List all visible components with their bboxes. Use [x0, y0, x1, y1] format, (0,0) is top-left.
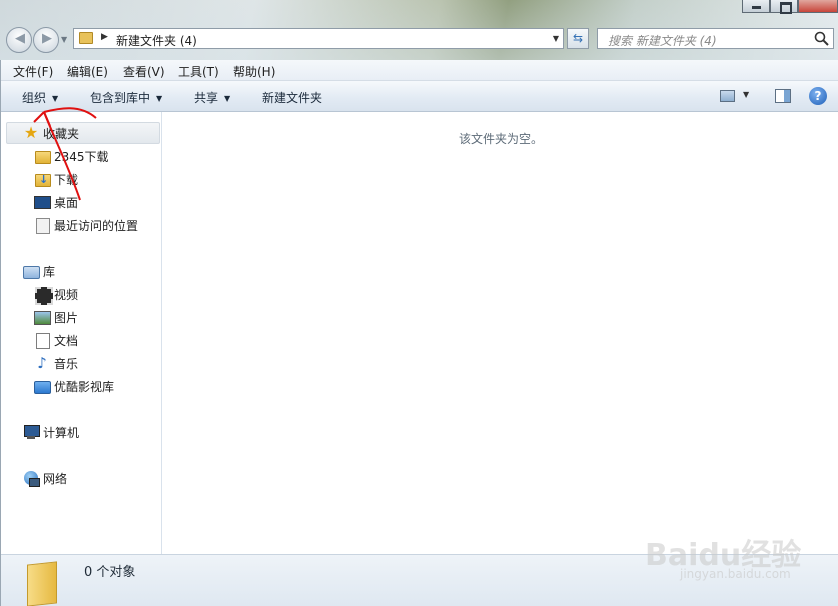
- sidebar-item-computer[interactable]: 计算机: [23, 422, 79, 442]
- menu-help[interactable]: 帮助(H): [233, 63, 275, 80]
- new-folder-button[interactable]: 新建文件夹: [262, 89, 322, 106]
- network-icon: [23, 470, 40, 487]
- help-icon[interactable]: ?: [809, 87, 827, 105]
- sidebar-item-pictures[interactable]: 图片: [34, 307, 78, 327]
- address-bar[interactable]: ▶ 新建文件夹 (4) ▼: [73, 28, 564, 49]
- sidebar-item-label: 优酷影视库: [54, 379, 115, 394]
- sidebar-item-label: 计算机: [43, 425, 80, 440]
- organize-label: 组织: [22, 91, 47, 105]
- sidebar-item-label: 音乐: [54, 356, 79, 371]
- organize-button[interactable]: 组织 ▼: [22, 89, 58, 106]
- address-path[interactable]: 新建文件夹 (4): [116, 32, 197, 49]
- explorer-window: 文件(F) 编辑(E) 查看(V) 工具(T) 帮助(H) 组织 ▼ 包含到库中 ▼…: [0, 60, 838, 606]
- minimize-button[interactable]: [742, 0, 770, 13]
- breadcrumb-arrow-icon[interactable]: ▶: [101, 32, 108, 42]
- sidebar-item-recent-places[interactable]: 最近访问的位置: [34, 215, 138, 235]
- sidebar-item-label: 桌面: [54, 195, 79, 210]
- command-bar: 组织 ▼ 包含到库中 ▼ 共享 ▼ 新建文件夹 ▼ ?: [1, 81, 838, 112]
- computer-icon: [23, 424, 40, 440]
- window-controls: [742, 0, 838, 14]
- sidebar-item-label: 下载: [54, 172, 79, 187]
- view-options-dropdown[interactable]: ▼: [743, 90, 749, 99]
- library-icon: [23, 263, 40, 279]
- sidebar-item-music[interactable]: ♪ 音乐: [34, 353, 78, 373]
- sidebar-item-label: 视频: [54, 287, 79, 302]
- preview-pane-icon[interactable]: [775, 89, 791, 103]
- share-label: 共享: [194, 91, 219, 105]
- item-count: 0 个对象: [84, 565, 136, 580]
- sidebar-item-desktop[interactable]: 桌面: [34, 192, 78, 212]
- empty-folder-message: 该文件夹为空。: [458, 132, 543, 146]
- forward-arrow-icon: ▶: [42, 31, 52, 46]
- recent-places-icon: [34, 217, 50, 234]
- back-arrow-icon: ◀: [15, 31, 25, 46]
- search-input[interactable]: 搜索 新建文件夹 (4): [597, 28, 834, 49]
- baidu-watermark-url: jingyan.baidu.com: [680, 567, 791, 581]
- menu-file[interactable]: 文件(F): [13, 63, 53, 80]
- sidebar-item-2345-download[interactable]: 2345下载: [34, 146, 109, 166]
- search-icon[interactable]: [813, 30, 830, 47]
- document-icon: [34, 332, 50, 349]
- search-placeholder: 搜索 新建文件夹 (4): [608, 34, 717, 48]
- desktop-icon: [34, 194, 51, 210]
- include-in-library-button[interactable]: 包含到库中 ▼: [90, 89, 162, 106]
- refresh-button[interactable]: ⇆: [567, 28, 589, 49]
- picture-icon: [34, 309, 51, 325]
- chevron-down-icon: ▼: [156, 94, 163, 103]
- folder-icon: [34, 148, 51, 164]
- menu-edit[interactable]: 编辑(E): [67, 63, 108, 80]
- forward-button[interactable]: ▶: [33, 27, 59, 53]
- address-dropdown-icon[interactable]: ▼: [553, 34, 559, 43]
- chevron-down-icon: ▼: [224, 94, 231, 103]
- sidebar-item-youku-library[interactable]: 优酷影视库: [34, 376, 114, 396]
- sidebar-item-label: 收藏夹: [43, 126, 80, 141]
- sidebar-item-documents[interactable]: 文档: [34, 330, 78, 350]
- chevron-down-icon: ▼: [52, 94, 59, 103]
- sidebar-item-label: 网络: [43, 471, 68, 486]
- large-folder-icon: [23, 561, 59, 603]
- back-button[interactable]: ◀: [6, 27, 32, 53]
- sidebar-item-label: 图片: [54, 310, 79, 325]
- maximize-button[interactable]: [770, 0, 798, 14]
- sidebar-item-label: 最近访问的位置: [54, 218, 139, 233]
- music-note-icon: ♪: [37, 354, 47, 372]
- recent-pages-dropdown[interactable]: ▼: [61, 35, 67, 44]
- sidebar-item-label: 库: [43, 264, 56, 279]
- sidebar-item-favorites[interactable]: ★ 收藏夹: [23, 123, 79, 143]
- file-list-area[interactable]: 该文件夹为空。: [163, 112, 838, 554]
- menu-tools[interactable]: 工具(T): [178, 63, 219, 80]
- sidebar-item-label: 2345下载: [54, 149, 109, 164]
- close-button[interactable]: [798, 0, 838, 13]
- menu-view[interactable]: 查看(V): [123, 63, 165, 80]
- include-in-library-label: 包含到库中: [90, 91, 151, 105]
- sidebar-item-libraries[interactable]: 库: [23, 261, 55, 281]
- sidebar-item-videos[interactable]: 视频: [34, 284, 79, 305]
- sidebar-item-downloads[interactable]: 下载: [34, 169, 78, 189]
- downloads-folder-icon: [34, 171, 51, 187]
- change-view-icon[interactable]: [720, 90, 735, 102]
- share-button[interactable]: 共享 ▼: [194, 89, 230, 106]
- menu-bar: 文件(F) 编辑(E) 查看(V) 工具(T) 帮助(H): [1, 60, 838, 81]
- star-icon: ★: [23, 123, 39, 142]
- youku-library-icon: [34, 378, 51, 394]
- sidebar-item-network[interactable]: 网络: [23, 468, 67, 488]
- navigation-pane: ★ 收藏夹 2345下载 下载 桌面 最近访问的位置 库 视频: [1, 112, 162, 554]
- folder-icon: [79, 32, 93, 44]
- video-icon: [34, 286, 53, 305]
- sidebar-item-label: 文档: [54, 333, 79, 348]
- navigation-bar: ◀ ▶ ▼ ▶ 新建文件夹 (4) ▼ ⇆ 搜索 新建文件夹 (4): [0, 24, 838, 54]
